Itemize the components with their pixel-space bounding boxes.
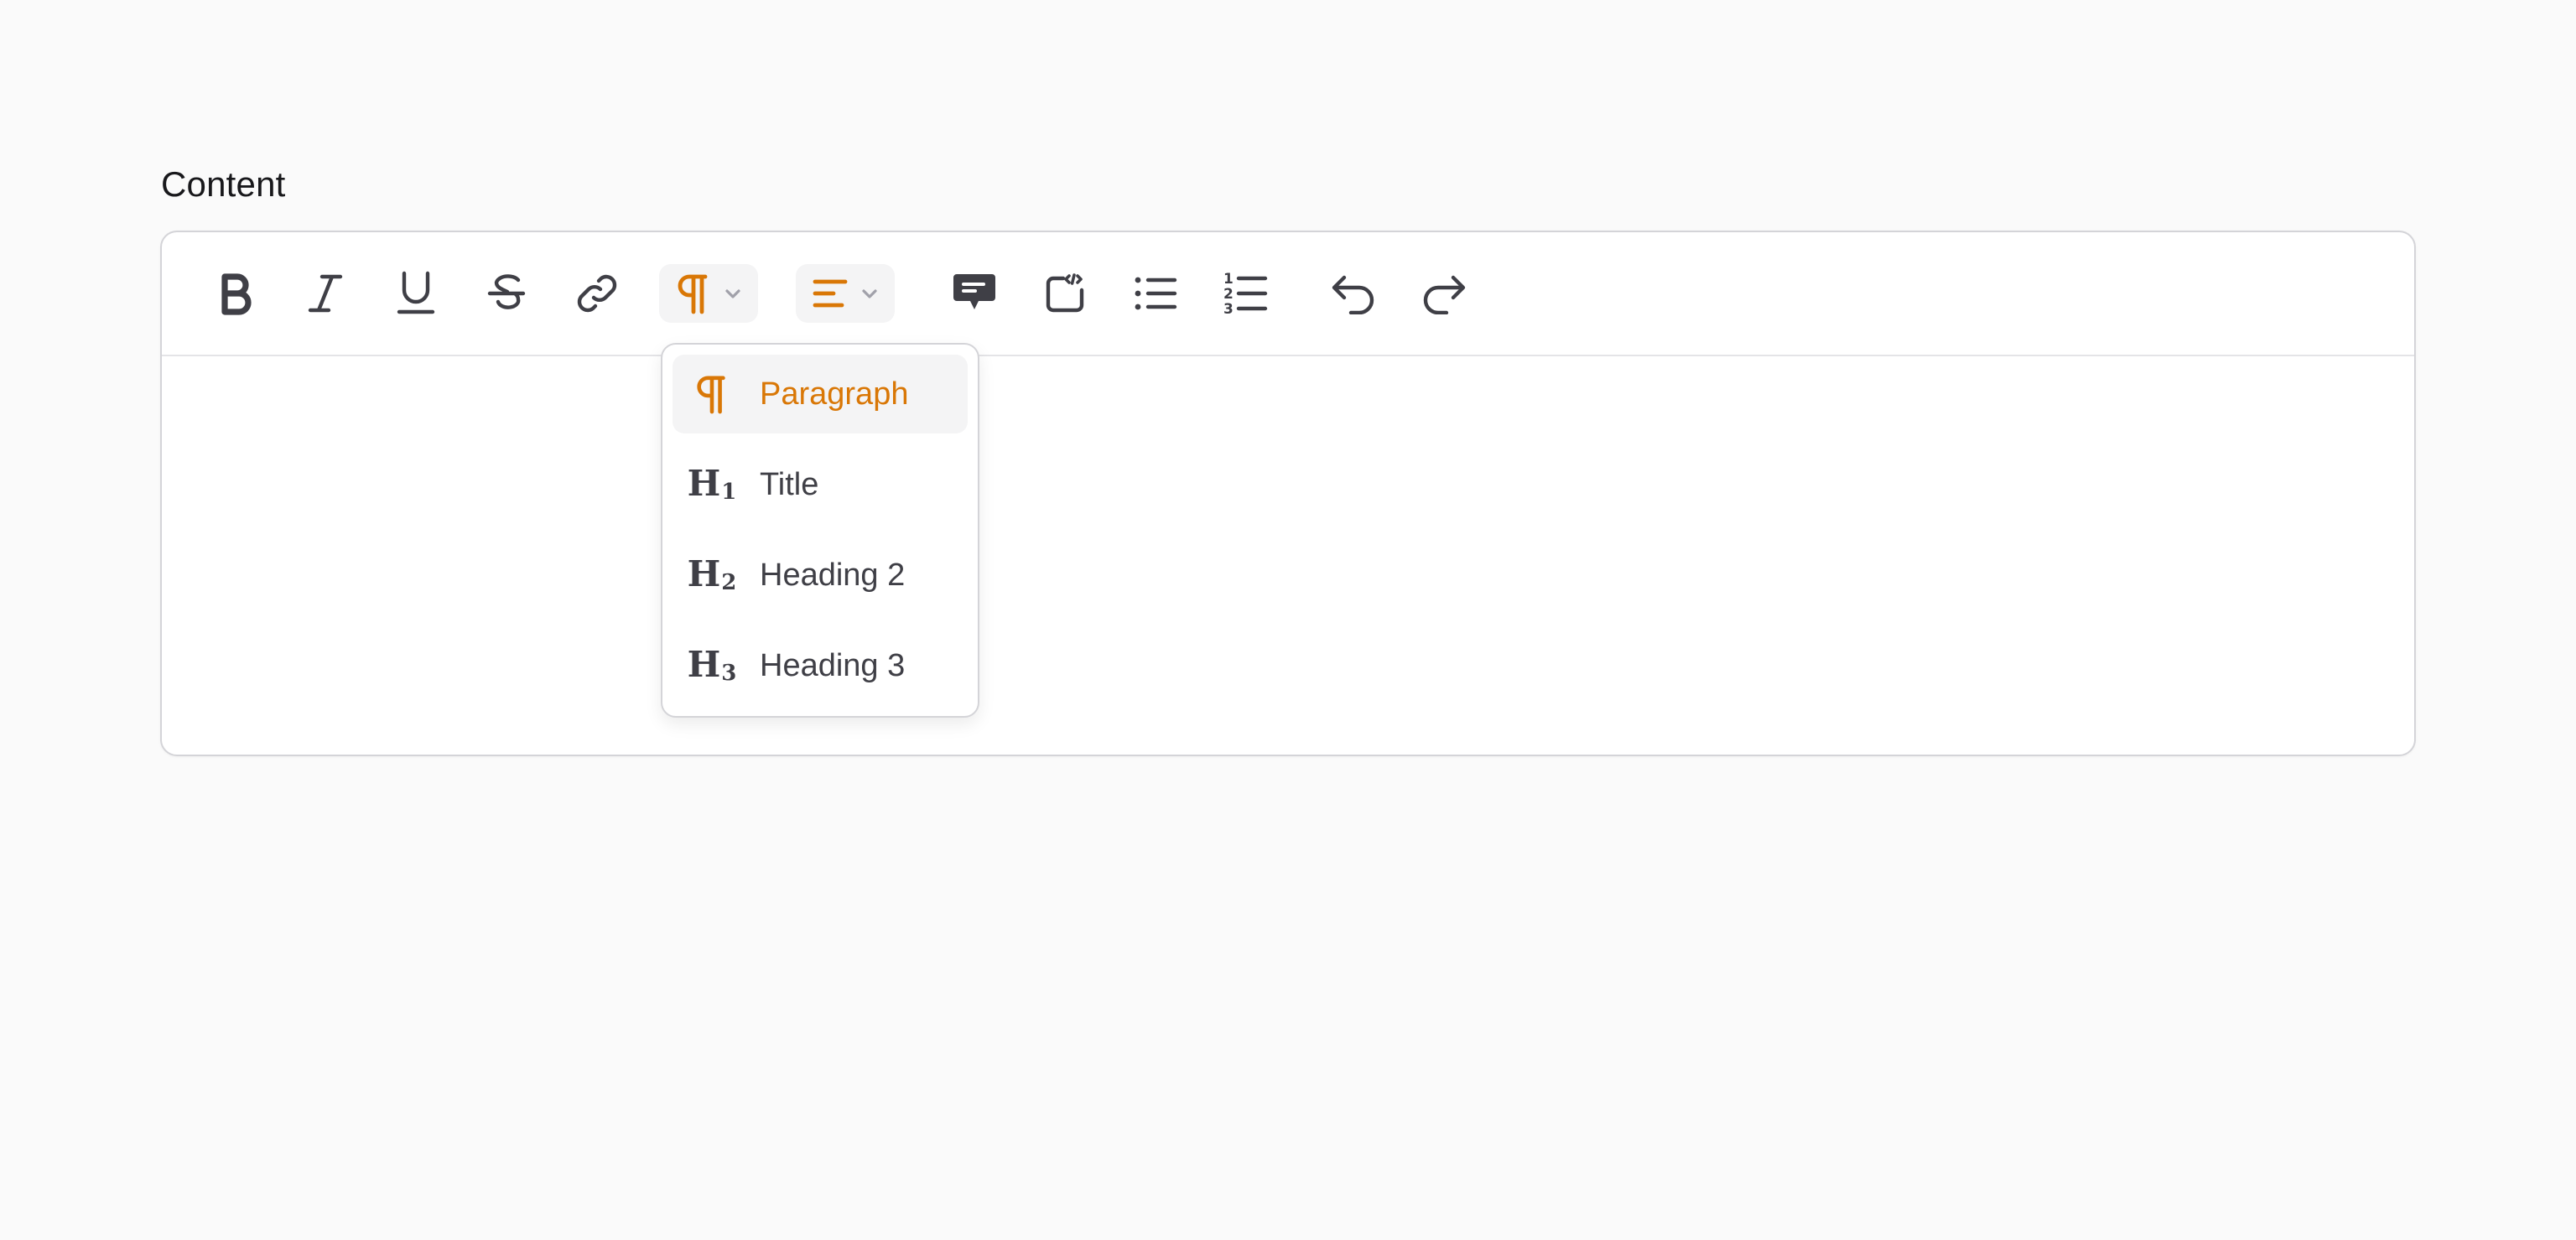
redo-button[interactable] bbox=[1415, 264, 1473, 323]
chevron-down-icon bbox=[725, 289, 740, 298]
bold-button[interactable] bbox=[205, 264, 264, 323]
ordered-list-icon: 123 bbox=[1223, 271, 1268, 317]
menu-item-label: Heading 3 bbox=[760, 647, 906, 683]
content-field-label: Content bbox=[161, 164, 286, 204]
h3-icon: H3 bbox=[687, 644, 737, 686]
editor-toolbar: 123 bbox=[162, 232, 2414, 356]
text-align-dropdown[interactable] bbox=[796, 264, 895, 323]
bold-icon bbox=[221, 273, 252, 315]
svg-text:3: 3 bbox=[1223, 301, 1233, 317]
menu-item-label: Paragraph bbox=[760, 376, 909, 412]
menu-item-label: Heading 2 bbox=[760, 557, 906, 593]
blockquote-button[interactable] bbox=[945, 264, 1004, 323]
paragraph-icon bbox=[678, 274, 708, 314]
svg-text:2: 2 bbox=[1223, 286, 1233, 303]
bullet-list-icon bbox=[1135, 277, 1177, 310]
editor-content-area[interactable] bbox=[162, 356, 2414, 755]
code-block-icon bbox=[1046, 273, 1084, 313]
rich-text-editor: 123 bbox=[160, 231, 2416, 756]
chevron-down-icon bbox=[862, 289, 877, 298]
link-icon bbox=[577, 274, 617, 313]
redo-icon bbox=[1423, 275, 1466, 314]
h1-icon: H1 bbox=[687, 463, 737, 505]
menu-item-heading-3[interactable]: H3 Heading 3 bbox=[673, 626, 968, 705]
underline-icon bbox=[397, 271, 435, 314]
quote-bubble-icon bbox=[953, 274, 995, 309]
svg-text:1: 1 bbox=[1223, 271, 1233, 288]
menu-item-label: Title bbox=[760, 466, 819, 502]
align-left-icon bbox=[813, 279, 848, 308]
underline-button[interactable] bbox=[387, 264, 445, 323]
menu-item-heading-2[interactable]: H2 Heading 2 bbox=[673, 536, 968, 615]
bullet-list-button[interactable] bbox=[1126, 264, 1185, 323]
block-format-dropdown[interactable] bbox=[659, 264, 758, 323]
undo-icon bbox=[1332, 275, 1374, 314]
code-block-button[interactable] bbox=[1036, 264, 1094, 323]
h2-icon: H2 bbox=[687, 553, 737, 595]
link-button[interactable] bbox=[568, 264, 626, 323]
strikethrough-button[interactable] bbox=[477, 264, 536, 323]
strikethrough-icon bbox=[487, 274, 526, 309]
menu-item-paragraph[interactable]: Paragraph bbox=[673, 355, 968, 433]
menu-item-title[interactable]: H1 Title bbox=[673, 445, 968, 524]
italic-icon bbox=[308, 274, 343, 313]
ordered-list-button[interactable]: 123 bbox=[1217, 264, 1275, 323]
italic-button[interactable] bbox=[296, 264, 355, 323]
undo-button[interactable] bbox=[1324, 264, 1383, 323]
block-format-menu: Paragraph H1 Title H2 Heading 2 H3 Headi… bbox=[661, 343, 979, 718]
paragraph-icon bbox=[688, 373, 736, 415]
